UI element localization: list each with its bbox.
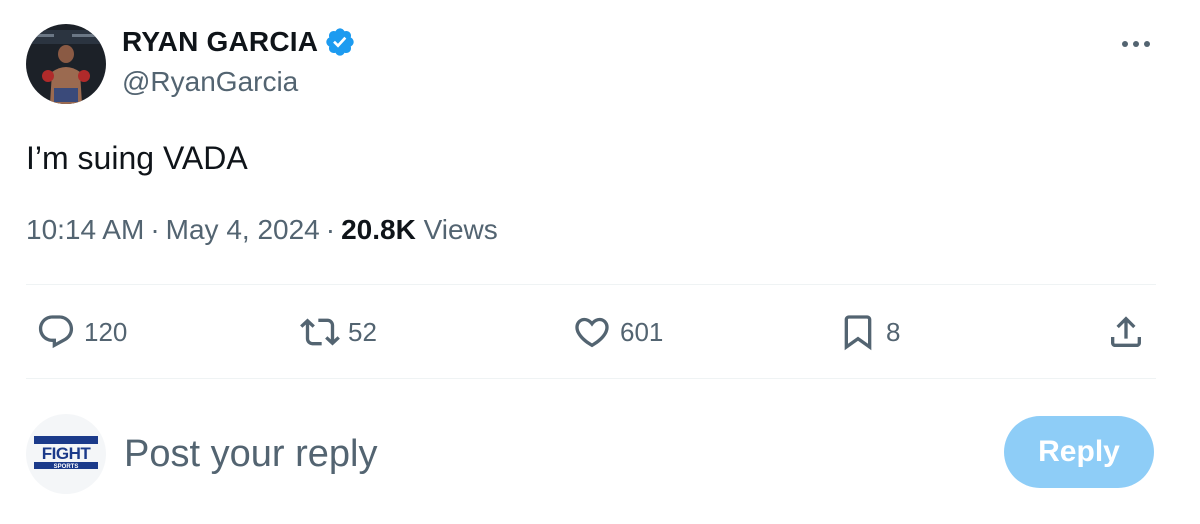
bookmark-action[interactable]: 8 — [838, 312, 900, 352]
tweet-text: I’m suing VADA — [26, 140, 248, 176]
like-action[interactable]: 601 — [572, 312, 663, 352]
author-photo — [26, 24, 106, 104]
heart-icon — [575, 317, 609, 348]
more-options-icon[interactable] — [1118, 30, 1154, 58]
bookmark-icon — [844, 315, 872, 351]
repost-action[interactable]: 52 — [300, 312, 377, 352]
logo-text-sports: SPORTS — [54, 464, 79, 470]
reply-action[interactable]: 120 — [36, 312, 127, 352]
tweet-meta: 10:14 AM · May 4, 2024 · 20.8K Views — [26, 214, 498, 246]
share-icon — [1111, 316, 1141, 347]
reply-button[interactable]: Reply — [1004, 416, 1154, 488]
reply-input[interactable] — [124, 428, 984, 480]
fight-sports-logo: FIGHT SPORTS — [34, 436, 98, 470]
verified-badge-icon — [326, 28, 354, 56]
author-handle[interactable]: @RyanGarcia — [122, 66, 298, 98]
divider-top — [26, 284, 1156, 285]
tweet-time[interactable]: 10:14 AM — [26, 214, 144, 245]
views-count[interactable]: 20.8K — [341, 214, 416, 245]
tweet-card: RYAN GARCIA @RyanGarcia I’m suing VADA 1… — [0, 0, 1200, 524]
tweet-date[interactable]: May 4, 2024 — [166, 214, 320, 245]
views-label: Views — [423, 214, 498, 245]
author-name-row[interactable]: RYAN GARCIA — [122, 26, 356, 58]
like-count: 601 — [620, 316, 664, 347]
meta-separator: · — [325, 214, 336, 245]
author-avatar[interactable] — [26, 24, 106, 104]
reply-count: 120 — [84, 316, 128, 347]
repost-icon — [300, 318, 340, 346]
bookmark-count: 8 — [886, 316, 901, 347]
current-user-avatar[interactable]: FIGHT SPORTS — [26, 414, 106, 494]
reply-icon — [38, 315, 74, 349]
divider-bottom — [26, 378, 1156, 379]
share-action[interactable] — [1106, 312, 1146, 352]
logo-text-fight: FIGHT — [42, 444, 92, 463]
repost-count: 52 — [348, 316, 377, 347]
author-name[interactable]: RYAN GARCIA — [122, 26, 318, 58]
meta-separator: · — [150, 214, 160, 245]
